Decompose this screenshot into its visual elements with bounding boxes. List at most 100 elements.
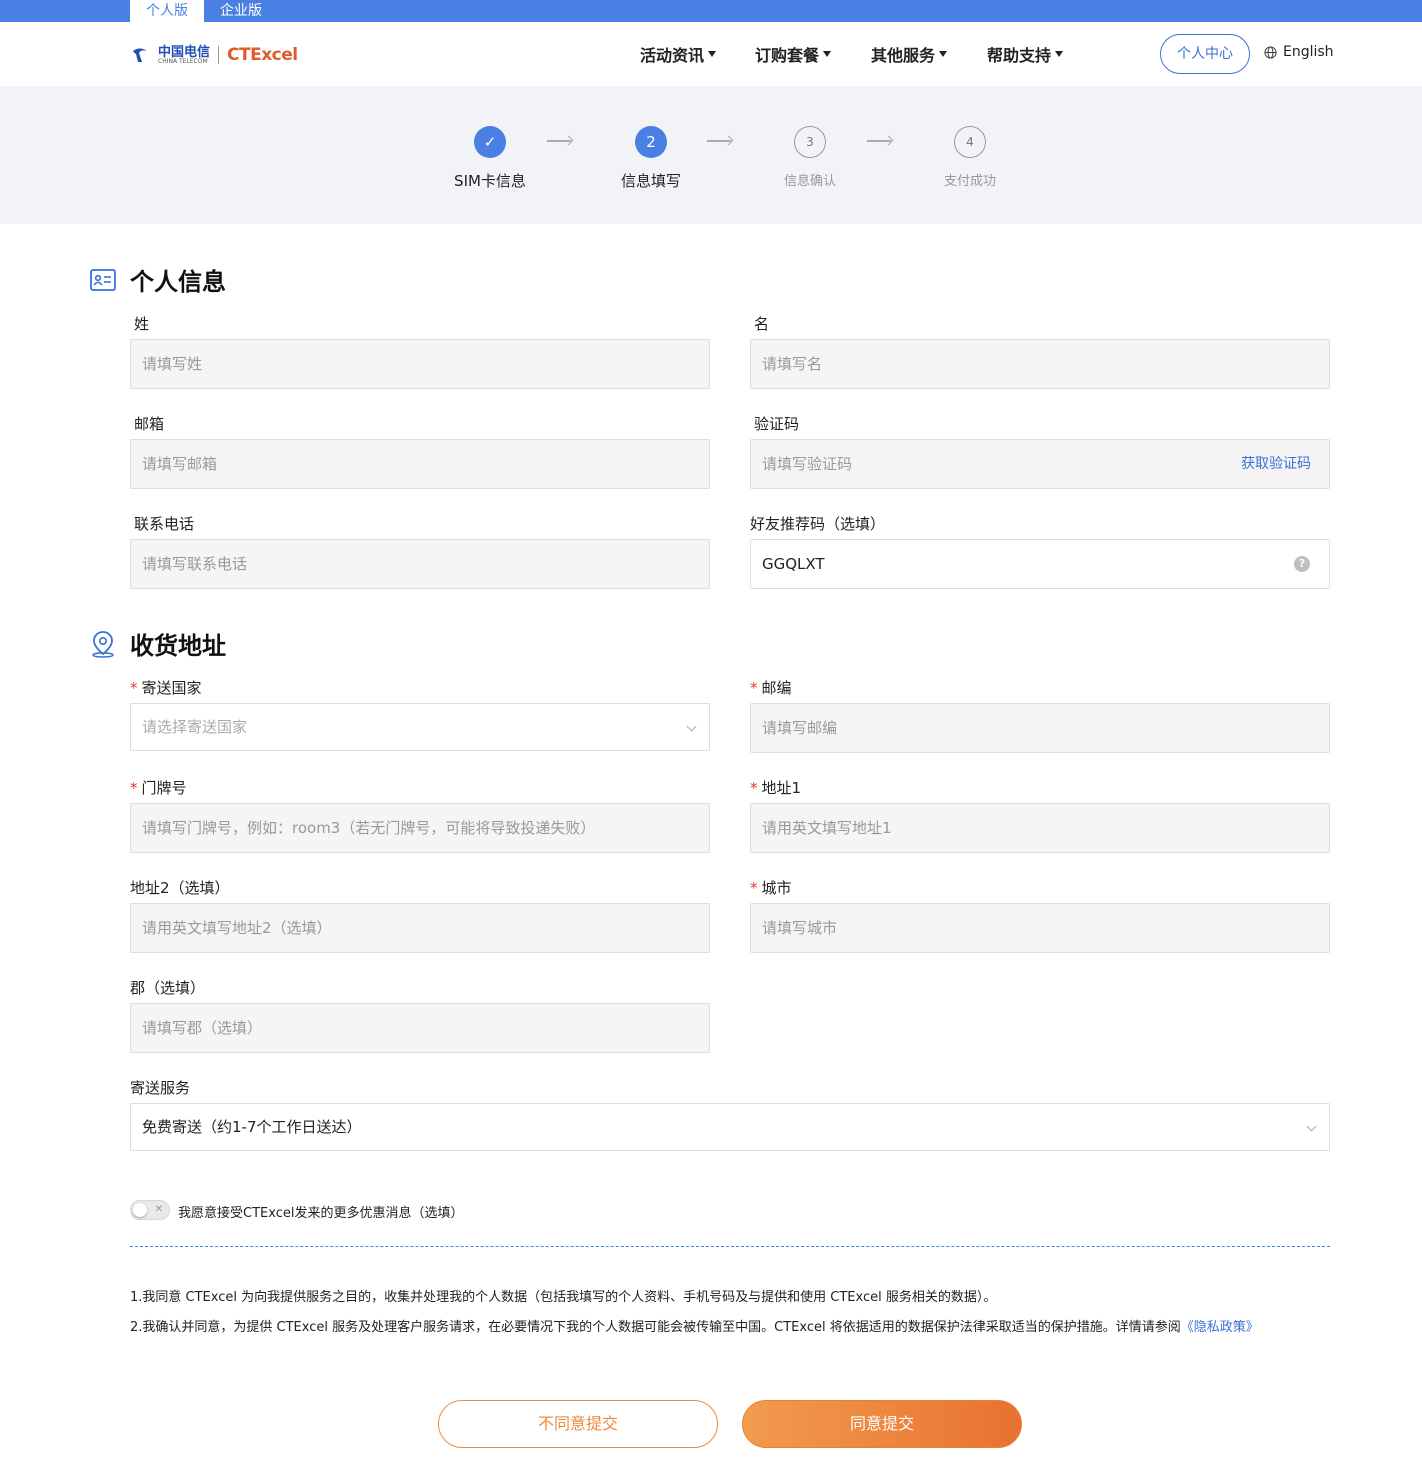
address1-input[interactable]: 请用英文填写地址1 <box>750 803 1330 853</box>
label-text: 门牌号 <box>141 779 187 797</box>
nav-item-services[interactable]: 其他服务 <box>871 42 948 66</box>
step-fill-info: 2 信息填写 <box>605 126 697 191</box>
nav-label: 订购套餐 <box>755 46 820 65</box>
promo-toggle[interactable]: ✕ <box>130 1200 170 1220</box>
referral-label: 好友推荐码（选填） <box>750 515 886 533</box>
zip-input[interactable]: 请填写邮编 <box>750 703 1330 753</box>
arrow-right-icon <box>707 140 731 142</box>
caret-down-icon <box>939 51 948 57</box>
nav-label: 活动资讯 <box>640 46 705 65</box>
progress-steps: ✓ SIM卡信息 2 信息填写 3 信息确认 4 支付成功 <box>0 86 1422 224</box>
language-label: English <box>1283 44 1334 60</box>
address2-label: 地址2（选填） <box>130 879 230 897</box>
caret-down-icon <box>823 51 832 57</box>
nav-label: 其他服务 <box>871 46 936 65</box>
required-mark: * <box>130 679 138 697</box>
arrow-right-icon <box>547 140 571 142</box>
carrier-name: 中国电信 CHINA TELECOM <box>158 44 211 65</box>
chevron-down-icon <box>686 721 697 732</box>
china-telecom-logo-icon <box>133 48 147 62</box>
location-pin-icon <box>92 630 114 658</box>
section-title: 收货地址 <box>130 632 226 660</box>
label-text: 邮编 <box>761 679 792 697</box>
logo-divider <box>218 46 220 64</box>
first-name-input[interactable]: 请填写名 <box>750 339 1330 389</box>
edition-bar: 个人版 企业版 <box>0 0 1422 22</box>
arrow-right-icon <box>867 140 891 142</box>
close-icon: ✕ <box>154 1204 163 1215</box>
terms-text: 2.我确认并同意，为提供 CTExcel 服务及处理客户服务请求，在必要情况下我… <box>130 1320 1181 1335</box>
required-mark: * <box>750 679 758 697</box>
tab-personal[interactable]: 个人版 <box>130 0 204 22</box>
user-center-button[interactable]: 个人中心 <box>1160 34 1250 74</box>
agree-submit-button[interactable]: 同意提交 <box>742 1400 1022 1448</box>
last-name-input[interactable]: 请填写姓 <box>130 339 710 389</box>
county-label: 郡（选填） <box>130 979 206 997</box>
section-title: 个人信息 <box>130 268 226 296</box>
brand-name: CTExcel <box>227 45 298 65</box>
city-input[interactable]: 请填写城市 <box>750 903 1330 953</box>
terms-line-1: 1.我同意 CTExcel 为向我提供服务之目的，收集并处理我的个人数据（包括我… <box>130 1290 997 1305</box>
nav-label: 帮助支持 <box>987 46 1052 65</box>
decline-submit-button[interactable]: 不同意提交 <box>438 1400 718 1448</box>
address-heading: 收货地址 <box>90 626 226 661</box>
step-payment: 4 支付成功 <box>924 126 1016 189</box>
step-number: 4 <box>954 126 986 158</box>
address1-label: * 地址1 <box>750 777 801 798</box>
shipping-select[interactable]: 免费寄送（约1-7个工作日送达） <box>130 1103 1330 1151</box>
label-text: 城市 <box>761 879 792 897</box>
address2-input[interactable]: 请用英文填写地址2（选填） <box>130 903 710 953</box>
step-number: 3 <box>794 126 826 158</box>
step-sim-info: ✓ SIM卡信息 <box>444 126 536 191</box>
nav-item-activities[interactable]: 活动资讯 <box>640 42 717 66</box>
code-placeholder: 请填写验证码 <box>762 455 853 473</box>
verification-code-input[interactable]: 请填写验证码 获取验证码 <box>750 439 1330 489</box>
last-name-label: 姓 <box>134 315 150 333</box>
shipping-label: 寄送服务 <box>130 1079 191 1097</box>
email-input[interactable]: 请填写邮箱 <box>130 439 710 489</box>
promo-toggle-label: 我愿意接受CTExcel发来的更多优惠消息（选填） <box>178 1206 464 1221</box>
shipping-value: 免费寄送（约1-7个工作日送达） <box>142 1118 362 1136</box>
county-input[interactable]: 请填写郡（选填） <box>130 1003 710 1053</box>
step-number: 2 <box>635 126 667 158</box>
nav-item-plans[interactable]: 订购套餐 <box>755 42 832 66</box>
nav-item-support[interactable]: 帮助支持 <box>987 42 1064 66</box>
first-name-label: 名 <box>754 315 770 333</box>
terms-line-2: 2.我确认并同意，为提供 CTExcel 服务及处理客户服务请求，在必要情况下我… <box>130 1318 1320 1338</box>
required-mark: * <box>750 779 758 797</box>
step-label: 信息填写 <box>620 172 681 190</box>
get-code-button[interactable]: 获取验证码 <box>1241 440 1311 488</box>
door-label: * 门牌号 <box>130 777 187 798</box>
country-select[interactable]: 请选择寄送国家 <box>130 703 710 751</box>
country-label: * 寄送国家 <box>130 677 202 698</box>
city-label: * 城市 <box>750 877 792 898</box>
code-label: 验证码 <box>754 415 800 433</box>
phone-label: 联系电话 <box>134 515 195 533</box>
privacy-policy-link[interactable]: 《隐私政策》 <box>1181 1320 1259 1335</box>
globe-icon <box>1264 45 1277 59</box>
tab-enterprise[interactable]: 企业版 <box>204 0 278 22</box>
zip-label: * 邮编 <box>750 677 792 698</box>
toggle-knob <box>133 1203 147 1217</box>
check-icon: ✓ <box>474 126 506 158</box>
phone-input[interactable]: 请填写联系电话 <box>130 539 710 589</box>
caret-down-icon <box>708 51 717 57</box>
help-icon[interactable]: ? <box>1294 556 1310 572</box>
referral-input[interactable]: GGQLXT ? <box>750 539 1330 589</box>
language-switch[interactable]: English <box>1264 44 1334 60</box>
referral-value: GGQLXT <box>762 555 825 573</box>
step-label: 信息确认 <box>783 174 836 189</box>
id-card-icon <box>90 268 116 291</box>
chevron-down-icon <box>1306 1121 1317 1132</box>
step-label: 支付成功 <box>943 174 996 189</box>
door-number-input[interactable]: 请填写门牌号，例如：room3（若无门牌号，可能将导致投递失败） <box>130 803 710 853</box>
divider <box>130 1246 1330 1247</box>
country-placeholder: 请选择寄送国家 <box>142 718 248 736</box>
step-label: SIM卡信息 <box>454 172 526 190</box>
logo[interactable]: 中国电信 CHINA TELECOM CTExcel <box>130 42 298 68</box>
personal-info-heading: 个人信息 <box>90 262 226 297</box>
caret-down-icon <box>1055 51 1064 57</box>
label-text: 地址1 <box>761 779 802 797</box>
required-mark: * <box>130 779 138 797</box>
step-confirm: 3 信息确认 <box>764 126 856 189</box>
